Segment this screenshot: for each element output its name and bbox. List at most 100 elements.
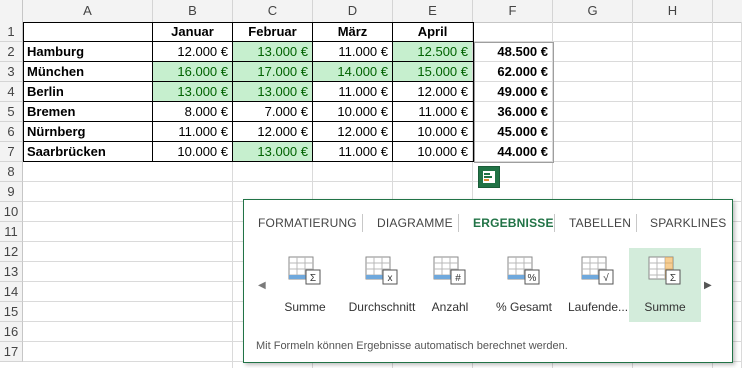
value-cell[interactable]: 10.000 €	[393, 122, 472, 142]
value-cell[interactable]: 12.000 €	[153, 42, 232, 62]
row-header-17[interactable]: 17	[0, 342, 23, 362]
value-cell[interactable]: 13.000 €	[233, 142, 312, 162]
total-cell[interactable]: 48.500 €	[473, 42, 552, 62]
value-cell[interactable]: 10.000 €	[313, 102, 392, 122]
city-cell[interactable]: München	[23, 62, 152, 82]
percent-total-icon: %	[507, 256, 540, 285]
value-cell[interactable]: 10.000 €	[393, 142, 472, 162]
result-option-1[interactable]: Σ Summe	[274, 248, 336, 322]
value-cell[interactable]: 12.000 €	[233, 122, 312, 142]
row-header-8[interactable]: 8	[0, 162, 23, 182]
value-cell[interactable]: 11.000 €	[313, 82, 392, 102]
value-cell[interactable]: 11.000 €	[313, 142, 392, 162]
total-cell[interactable]: 36.000 €	[473, 102, 552, 122]
tab-diagramme[interactable]: DIAGRAMME	[377, 216, 453, 230]
value-cell[interactable]: 13.000 €	[233, 82, 312, 102]
month-header-cell[interactable]: Februar	[233, 22, 312, 42]
city-cell[interactable]: Nürnberg	[23, 122, 152, 142]
result-option-label: % Gesamt	[495, 300, 552, 314]
result-option-5[interactable]: √ Laufende...	[564, 248, 632, 322]
result-option-label: Anzahl	[431, 300, 469, 314]
row-header-16[interactable]: 16	[0, 322, 23, 342]
row-header-10[interactable]: 10	[0, 202, 23, 222]
value-cell[interactable]: 10.000 €	[153, 142, 232, 162]
value-cell[interactable]: 12.000 €	[393, 82, 472, 102]
column-header-a[interactable]: A	[23, 0, 153, 22]
scroll-left-arrow-icon[interactable]: ◀	[258, 280, 266, 291]
value-cell[interactable]: 16.000 €	[153, 62, 232, 82]
value-cell[interactable]: 11.000 €	[393, 102, 472, 122]
result-option-label: Durchschnitt	[348, 300, 416, 314]
result-option-6[interactable]: Σ Summe	[629, 248, 701, 322]
month-header-cell[interactable]: Januar	[153, 22, 232, 42]
row-header-14[interactable]: 14	[0, 282, 23, 302]
column-header-b[interactable]: B	[153, 0, 233, 22]
value-cell[interactable]: 7.000 €	[233, 102, 312, 122]
row-header-1[interactable]: 1	[0, 22, 23, 42]
sum-icon: Σ	[288, 256, 321, 285]
result-option-3[interactable]: # Anzahl	[424, 248, 476, 322]
column-header-e[interactable]: E	[393, 0, 473, 22]
tab-tabellen[interactable]: TABELLEN	[569, 216, 631, 230]
table-border-line	[23, 41, 474, 42]
result-option-label: Laufende...	[567, 300, 629, 314]
tab-separator	[362, 214, 363, 232]
row-header-3[interactable]: 3	[0, 62, 23, 82]
row-header-12[interactable]: 12	[0, 242, 23, 262]
select-all-corner[interactable]	[0, 0, 23, 22]
row-header-7[interactable]: 7	[0, 142, 23, 162]
result-option-4[interactable]: % % Gesamt	[492, 248, 556, 322]
row-header-11[interactable]: 11	[0, 222, 23, 242]
value-cell[interactable]: 12.000 €	[313, 122, 392, 142]
value-cell[interactable]: 14.000 €	[313, 62, 392, 82]
value-cell[interactable]: 11.000 €	[153, 122, 232, 142]
city-cell[interactable]: Berlin	[23, 82, 152, 102]
svg-text:%: %	[528, 273, 537, 284]
column-header-h[interactable]: H	[633, 0, 713, 22]
row-header-13[interactable]: 13	[0, 262, 23, 282]
month-header-cell[interactable]: März	[313, 22, 392, 42]
value-cell[interactable]: 13.000 €	[233, 42, 312, 62]
row-header-6[interactable]: 6	[0, 122, 23, 142]
total-cell[interactable]: 49.000 €	[473, 82, 552, 102]
column-header-f[interactable]: F	[473, 0, 553, 22]
tab-separator	[636, 214, 637, 232]
total-cell[interactable]: 45.000 €	[473, 122, 552, 142]
svg-text:√: √	[603, 272, 609, 284]
quick-analysis-button[interactable]	[478, 166, 500, 188]
count-icon: #	[433, 256, 466, 285]
table-border-line	[23, 81, 474, 82]
tab-formatierung[interactable]: FORMATIERUNG	[258, 216, 357, 230]
value-cell[interactable]: 17.000 €	[233, 62, 312, 82]
running-total-icon: √	[581, 256, 614, 285]
total-cell[interactable]: 44.000 €	[473, 142, 552, 162]
column-header-c[interactable]: C	[233, 0, 313, 22]
total-cell[interactable]: 62.000 €	[473, 62, 552, 82]
row-header-2[interactable]: 2	[0, 42, 23, 62]
value-cell[interactable]: 15.000 €	[393, 62, 472, 82]
result-option-2[interactable]: x Durchschnitt	[344, 248, 420, 322]
tab-ergebnisse[interactable]: ERGEBNISSE	[473, 216, 554, 230]
city-cell[interactable]: Hamburg	[23, 42, 152, 62]
month-header-cell[interactable]: April	[393, 22, 472, 42]
value-cell[interactable]: 12.500 €	[393, 42, 472, 62]
row-header-5[interactable]: 5	[0, 102, 23, 122]
value-cell[interactable]: 13.000 €	[153, 82, 232, 102]
value-cell[interactable]: 11.000 €	[313, 42, 392, 62]
row-header-15[interactable]: 15	[0, 302, 23, 322]
value-cell[interactable]: 8.000 €	[153, 102, 232, 122]
tab-sparklines[interactable]: SPARKLINES	[650, 216, 726, 230]
average-icon: x	[365, 256, 398, 285]
spreadsheet[interactable]: ABCDEFGH 1 2 3 4 5 6 7 8 9 10 11 12 13 14 15 16 17 Janua…	[0, 0, 742, 368]
scroll-right-arrow-icon[interactable]: ▶	[704, 280, 712, 291]
city-cell[interactable]: Bremen	[23, 102, 152, 122]
tab-separator	[554, 214, 555, 232]
row-header-9[interactable]: 9	[0, 182, 23, 202]
city-cell[interactable]: Saarbrücken	[23, 142, 152, 162]
table-border-line	[23, 121, 474, 122]
tab-separator	[458, 214, 459, 232]
svg-text:Σ: Σ	[310, 273, 316, 284]
column-header-g[interactable]: G	[553, 0, 633, 22]
column-header-d[interactable]: D	[313, 0, 393, 22]
row-header-4[interactable]: 4	[0, 82, 23, 102]
